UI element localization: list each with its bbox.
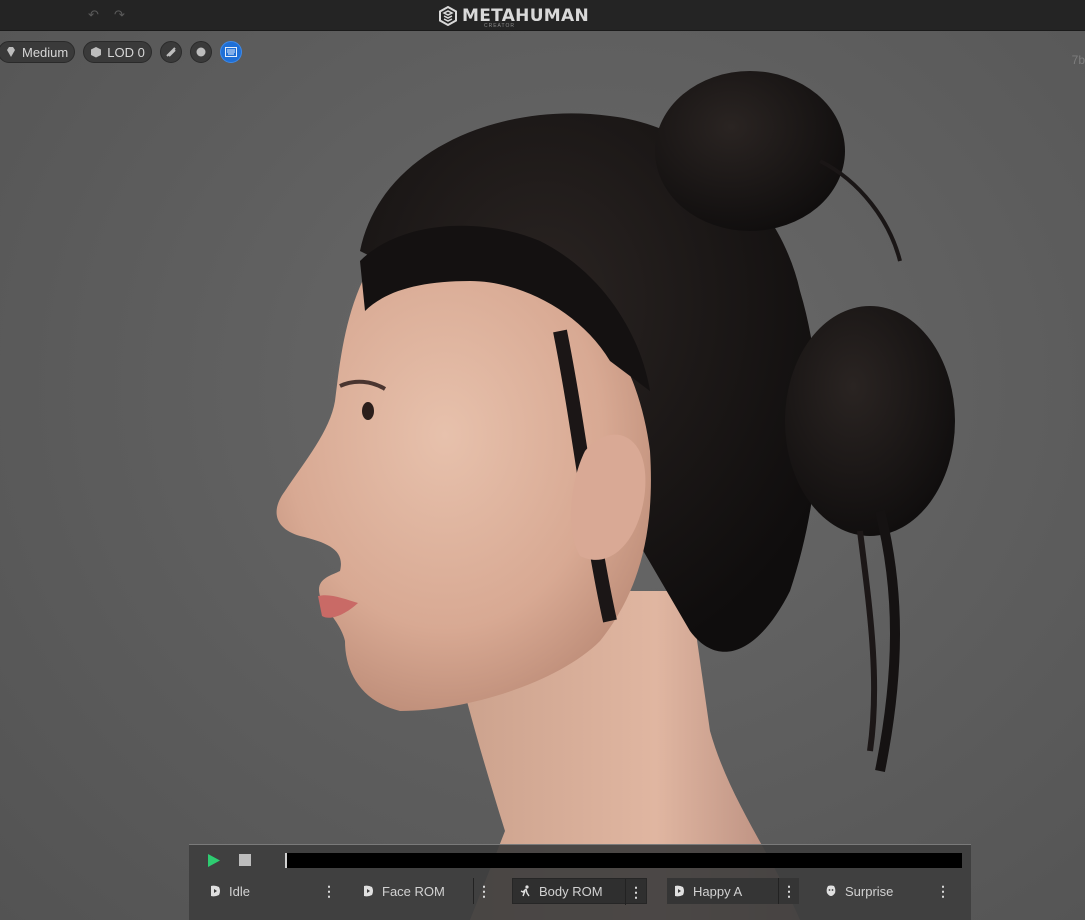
animation-more-menu[interactable]: ⋮ [933, 878, 953, 904]
undo-icon[interactable]: ↶ [88, 8, 99, 23]
animation-more-menu[interactable]: ⋮ [473, 878, 494, 904]
redo-icon[interactable]: ↷ [114, 8, 125, 23]
play-icon[interactable] [207, 853, 221, 868]
lod-dropdown[interactable]: LOD 0 [83, 41, 152, 63]
animation-label: Body ROM [539, 883, 603, 899]
corner-label: 7b [1071, 53, 1085, 67]
animation-more-menu[interactable]: ⋮ [625, 879, 646, 905]
stop-icon[interactable] [239, 854, 251, 866]
animation-label: Idle [229, 883, 250, 899]
head-icon [196, 47, 206, 57]
quality-label: Medium [22, 44, 69, 60]
brand-title: METAHUMAN [462, 6, 589, 26]
metahuman-logo-icon [439, 6, 457, 26]
face-icon [826, 885, 836, 896]
animation-label: Surprise [845, 883, 894, 899]
running-figure-icon [520, 885, 530, 897]
play-face-icon [211, 885, 220, 897]
render-mode-icon [166, 47, 176, 57]
character-portrait [276, 71, 955, 920]
animation-face-rom[interactable]: Face ROM ⋮ [362, 878, 494, 904]
animation-idle[interactable]: Idle ⋮ [209, 878, 339, 904]
viewport[interactable]: Medium LOD 0 7b Idle ⋮ Face ROM ⋮ Body R… [0, 31, 1085, 920]
render-mode-button[interactable] [159, 41, 182, 63]
play-face-icon [364, 885, 373, 897]
cube-icon [91, 47, 102, 58]
keyboard-button[interactable] [219, 41, 242, 63]
metahuman-logo: METAHUMAN CREATOR [438, 5, 589, 29]
animation-surprise[interactable]: Surprise ⋮ [825, 878, 953, 904]
animation-playback-panel: Idle ⋮ Face ROM ⋮ Body ROM ⋮ Happy A ⋮ S… [189, 844, 971, 920]
timeline-scrubber[interactable] [285, 853, 962, 868]
title-bar: ↶ ↷ METAHUMAN CREATOR [0, 0, 1085, 31]
animation-more-menu[interactable]: ⋮ [319, 878, 339, 904]
animation-more-menu[interactable]: ⋮ [778, 878, 799, 904]
brand-subtitle: CREATOR [484, 23, 515, 29]
viewport-toolbar: Medium LOD 0 [0, 41, 242, 63]
play-face-icon [675, 885, 684, 897]
animation-happy-a[interactable]: Happy A ⋮ [667, 878, 799, 904]
quality-dropdown[interactable]: Medium [0, 41, 76, 63]
lod-label: LOD 0 [107, 44, 145, 60]
animation-label: Face ROM [382, 883, 445, 899]
animation-label: Happy A [693, 883, 743, 899]
playhead[interactable] [285, 853, 287, 868]
animation-body-rom[interactable]: Body ROM ⋮ [512, 878, 647, 905]
diamond-icon [7, 47, 15, 57]
keyboard-icon [224, 47, 237, 57]
head-view-button[interactable] [189, 41, 212, 63]
